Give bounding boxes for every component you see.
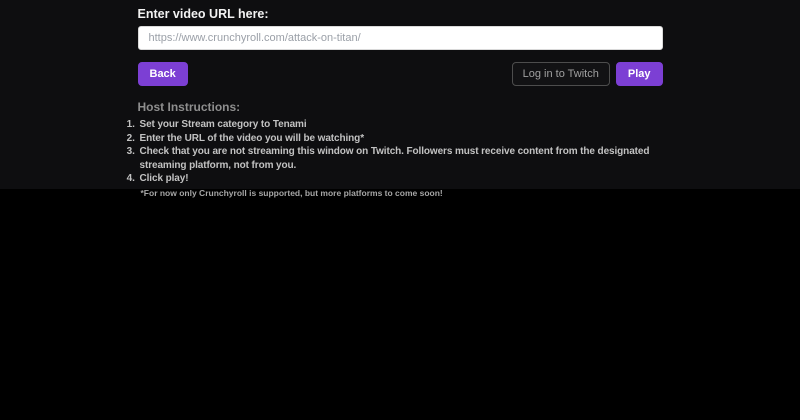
back-button[interactable]: Back: [138, 62, 188, 86]
play-button[interactable]: Play: [616, 62, 663, 86]
host-instructions-heading: Host Instructions:: [138, 100, 663, 114]
video-url-input[interactable]: [138, 26, 663, 50]
content-column: Enter video URL here: Back Log in to Twi…: [138, 0, 663, 198]
instruction-step-3: Check that you are not streaming this wi…: [138, 145, 663, 172]
host-setup-panel: Enter video URL here: Back Log in to Twi…: [0, 0, 800, 189]
login-twitch-button[interactable]: Log in to Twitch: [512, 62, 610, 86]
button-row: Back Log in to Twitch Play: [138, 62, 663, 86]
right-button-group: Log in to Twitch Play: [512, 62, 663, 86]
instruction-step-4: Click play!: [138, 172, 663, 186]
empty-black-region: [0, 189, 800, 420]
video-url-label: Enter video URL here:: [138, 7, 663, 22]
instruction-step-2: Enter the URL of the video you will be w…: [138, 132, 663, 146]
host-instructions-list: Set your Stream category to Tenami Enter…: [122, 118, 663, 186]
instruction-step-1: Set your Stream category to Tenami: [138, 118, 663, 132]
